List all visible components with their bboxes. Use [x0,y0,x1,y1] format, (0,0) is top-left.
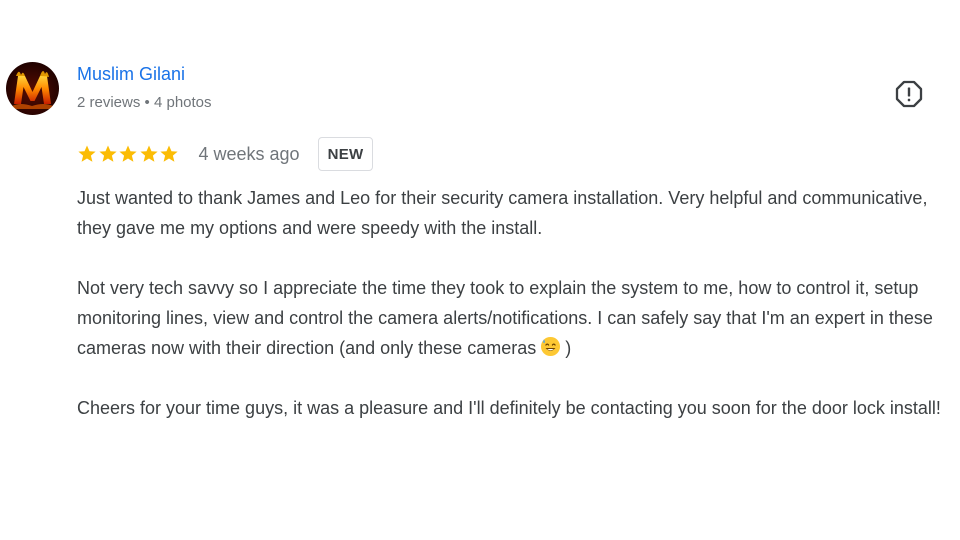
author-name-link[interactable]: Muslim Gilani [77,64,185,85]
star-icon [160,145,178,162]
star-icon [119,145,137,162]
rating-row: 4 weeks ago NEW [77,137,374,171]
review-text-span: ) [565,338,572,358]
smiling-face-with-sweat-icon [541,336,561,357]
review-date: 4 weeks ago [198,143,300,164]
review-body: Just wanted to thank James and Leo for t… [77,183,957,453]
star-icon [139,145,158,162]
author-avatar[interactable] [6,62,59,115]
report-review-button[interactable] [894,79,924,109]
star-icon [78,145,96,162]
report-exclamation-icon [895,80,923,108]
review-paragraph: Not very tech savvy so I appreciate the … [77,273,957,363]
star-icon [98,145,117,162]
review-paragraph: Cheers for your time guys, it was a plea… [77,398,941,418]
review-card: Muslim Gilani 2 reviews • 4 photos 4 wee… [0,0,960,540]
review-text-span: Not very tech savvy so I appreciate the … [77,278,933,358]
flaming-letter-m-avatar [6,62,59,115]
meta-separator: • [144,94,150,111]
author-meta: 2 reviews • 4 photos [77,94,212,111]
star-rating [77,144,180,164]
author-photo-count: 4 photos [153,94,212,111]
review-paragraph: Just wanted to thank James and Leo for t… [77,188,928,238]
author-review-count: 2 reviews [77,94,141,111]
new-badge: NEW [317,137,374,171]
